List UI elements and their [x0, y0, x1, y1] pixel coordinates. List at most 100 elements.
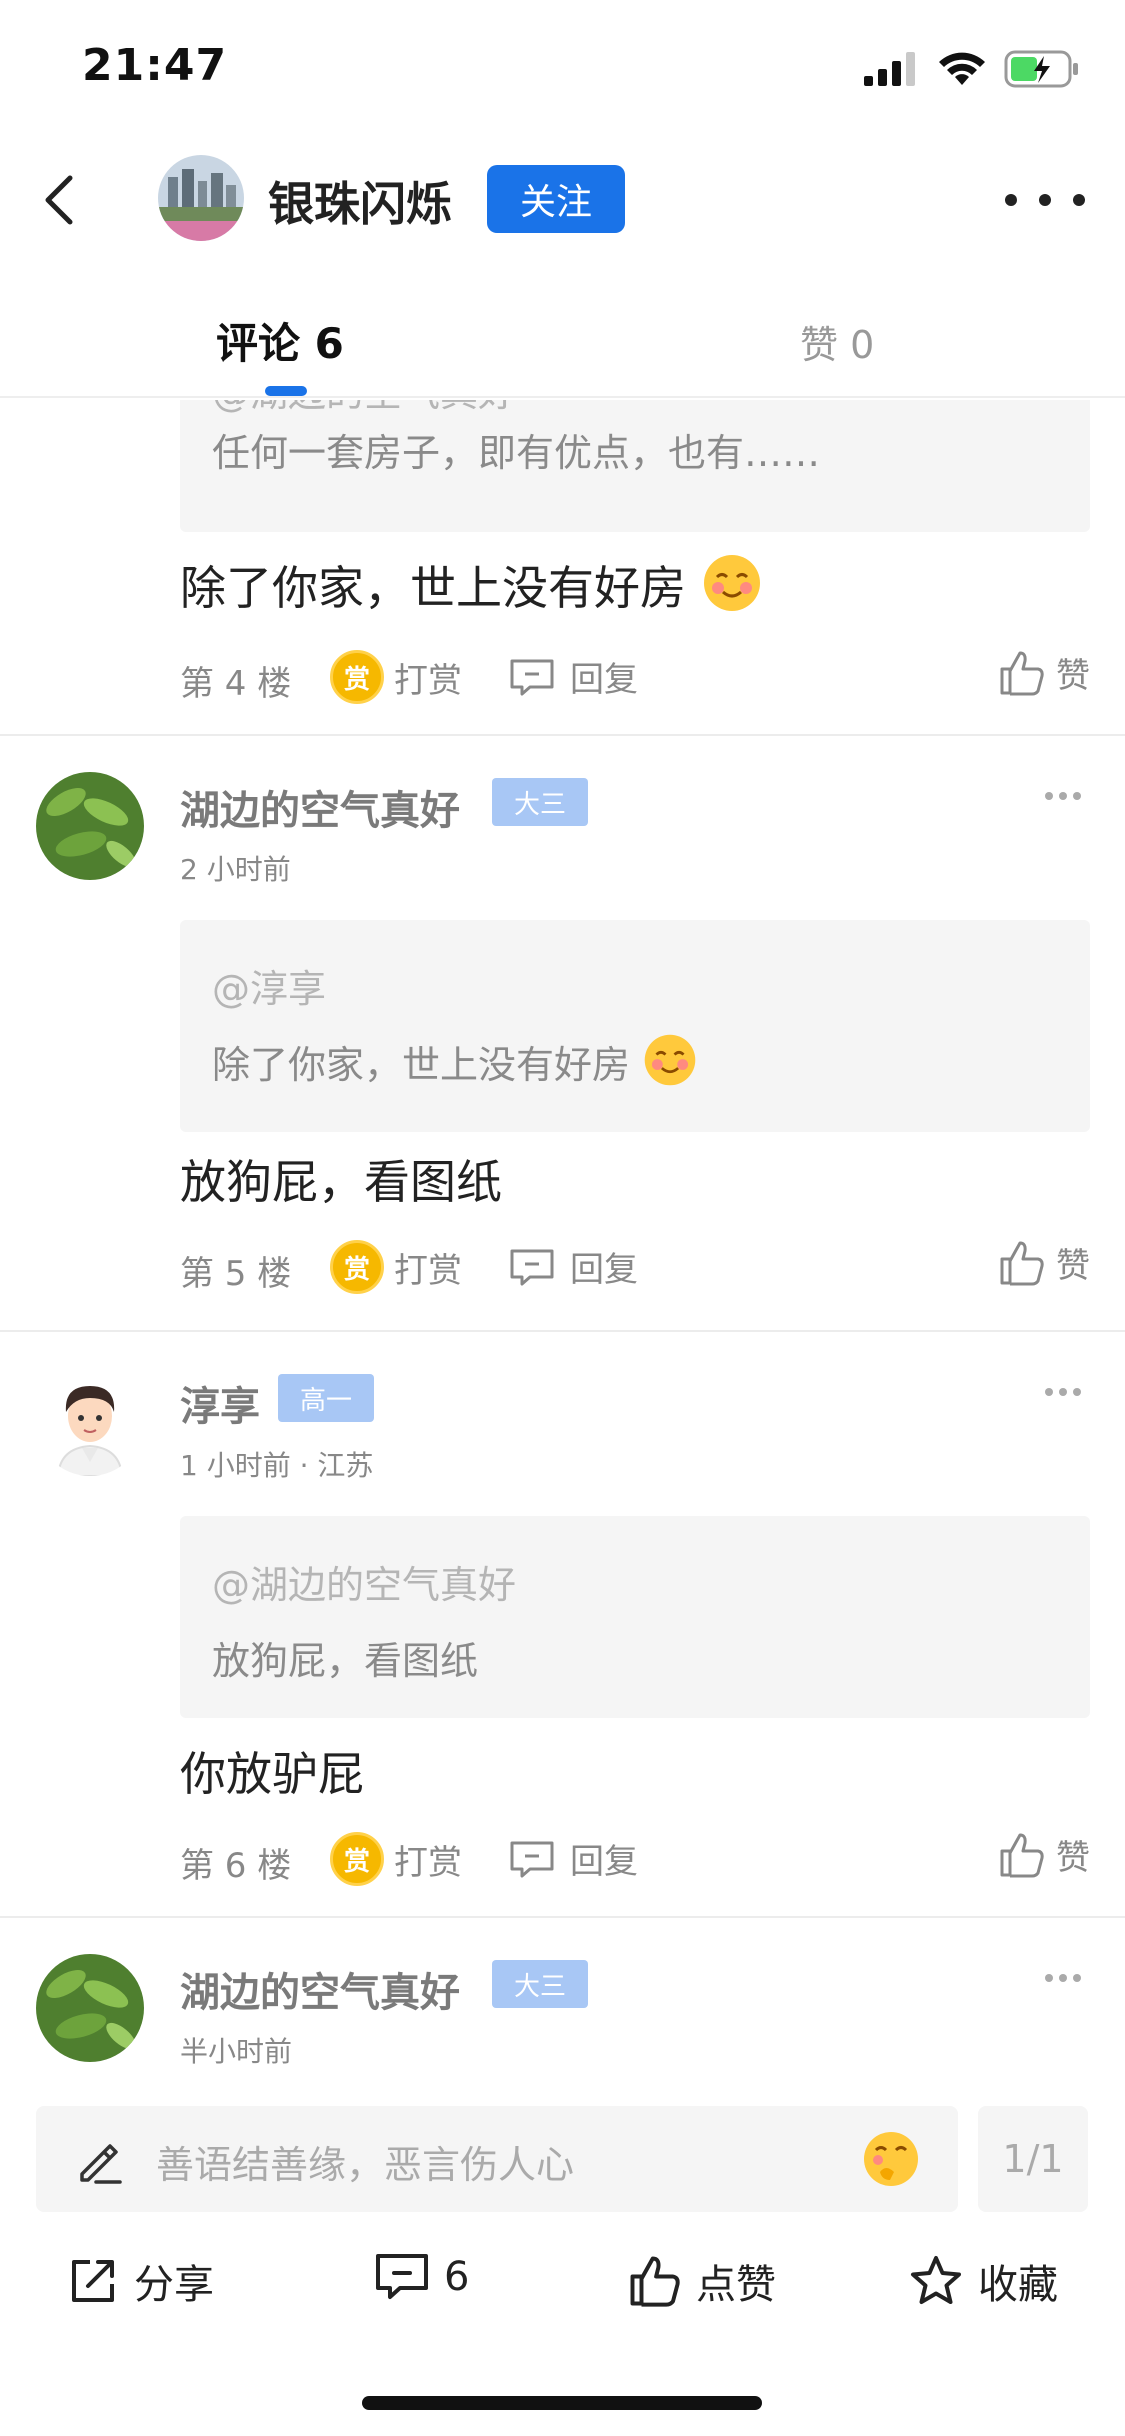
thumbs-up-icon — [630, 2256, 680, 2307]
signal-icon — [864, 52, 915, 86]
comment-more-button[interactable] — [1045, 1388, 1081, 1400]
status-bar: 21:47 — [0, 0, 1125, 140]
reply-bubble-icon — [510, 1249, 554, 1285]
quoted-user: @淳享 — [212, 967, 327, 1011]
quoted-user: @湖边的空气真好 — [212, 1563, 517, 1607]
comment-item: 湖边的空气真好 大三 2 小时前 @淳享 除了你家，世上没有好房 放狗屁，看图纸… — [0, 736, 1125, 1332]
more-dot-icon — [1059, 792, 1067, 800]
comment-bubble-icon — [376, 2254, 428, 2299]
reply-button[interactable]: 回复 — [508, 652, 638, 701]
comment-time: 半小时前 — [180, 2035, 293, 2068]
more-options-button[interactable] — [1005, 170, 1085, 230]
comments-button[interactable]: 6 — [374, 2252, 469, 2302]
comment-item: @湖边的空气真好 任何一套房子，即有优点，也有…… 除了你家，世上没有好房 第 … — [0, 400, 1125, 736]
input-placeholder: 善语结善缘，恶言伤人心 — [156, 2143, 575, 2187]
share-icon — [72, 2260, 114, 2302]
tab-bar: 评论 6 赞 0 — [0, 290, 1125, 398]
reply-bubble-icon — [510, 659, 554, 695]
reply-label: 回复 — [570, 1250, 638, 1290]
tab-comments[interactable]: 评论 6 — [216, 310, 344, 371]
reward-label: 打赏 — [394, 1250, 462, 1291]
thumbs-up-icon — [1000, 1833, 1044, 1877]
floor-number: 第 5 楼 — [180, 1254, 292, 1294]
share-button[interactable]: 分享 — [66, 2252, 214, 2310]
blushing-smile-emoji-icon — [644, 1034, 696, 1086]
reward-button[interactable]: 赏 打赏 — [330, 1240, 462, 1294]
like-label: 赞 — [1056, 1838, 1090, 1878]
grade-badge: 高一 — [278, 1374, 375, 1422]
commenter-name[interactable]: 湖边的空气真好 — [180, 778, 460, 836]
home-indicator — [362, 2396, 762, 2410]
comment-text-content: 除了你家，世上没有好房 — [180, 561, 686, 615]
quoted-text: 放狗屁，看图纸 — [212, 1639, 479, 1683]
like-post-label: 点赞 — [696, 2262, 776, 2308]
favorite-button[interactable]: 收藏 — [908, 2252, 1058, 2310]
like-button[interactable]: 赞 — [998, 1830, 1090, 1879]
thinking-emoji-icon[interactable] — [860, 2128, 922, 2190]
follow-button[interactable]: 关注 — [487, 165, 625, 233]
floor-number: 第 6 楼 — [180, 1846, 292, 1886]
reward-coin-icon: 赏 — [330, 1240, 384, 1294]
reward-button[interactable]: 赏 打赏 — [330, 650, 462, 704]
comment-item: 湖边的空气真好 大三 半小时前 — [0, 1918, 1125, 2100]
more-dot-icon — [1059, 1388, 1067, 1396]
comment-more-button[interactable] — [1045, 1974, 1081, 1986]
battery-icon — [1004, 50, 1078, 88]
commenter-name[interactable]: 湖边的空气真好 — [180, 1960, 460, 2018]
commenter-avatar[interactable] — [36, 1368, 144, 1476]
thumbs-up-icon — [1000, 1241, 1044, 1285]
cartoon-man-avatar-icon — [36, 1368, 144, 1476]
reply-label: 回复 — [570, 1842, 638, 1882]
quoted-text: 除了你家，世上没有好房 — [212, 1032, 698, 1089]
more-dot-icon — [1039, 194, 1051, 206]
post-header: 银珠闪烁 关注 — [0, 140, 1125, 260]
like-post-button[interactable]: 点赞 — [628, 2252, 776, 2310]
tab-likes[interactable]: 赞 0 — [800, 314, 874, 369]
status-icons — [864, 50, 1080, 88]
more-dot-icon — [1073, 1974, 1081, 1982]
commenter-name[interactable]: 淳享 — [180, 1374, 260, 1432]
reply-button[interactable]: 回复 — [508, 1834, 638, 1883]
reply-button[interactable]: 回复 — [508, 1242, 638, 1291]
comment-input[interactable]: 善语结善缘，恶言伤人心 — [36, 2106, 958, 2212]
comment-list[interactable]: @湖边的空气真好 任何一套房子，即有优点，也有…… 除了你家，世上没有好房 第 … — [0, 400, 1125, 2100]
grade-badge: 大三 — [492, 778, 589, 826]
author-avatar[interactable] — [158, 155, 244, 241]
like-button[interactable]: 赞 — [998, 648, 1090, 697]
blushing-smile-emoji-icon — [703, 555, 760, 611]
more-dot-icon — [1059, 1974, 1067, 1982]
more-dot-icon — [1073, 1388, 1081, 1396]
comment-text: 除了你家，世上没有好房 — [180, 552, 763, 618]
comment-more-button[interactable] — [1045, 792, 1081, 804]
more-dot-icon — [1045, 792, 1053, 800]
comment-text: 你放驴屁 — [180, 1747, 364, 1801]
reward-coin-icon: 赏 — [330, 650, 384, 704]
reward-coin-icon: 赏 — [330, 1832, 384, 1886]
like-button[interactable]: 赞 — [998, 1238, 1090, 1287]
more-dot-icon — [1073, 194, 1085, 206]
more-dot-icon — [1005, 194, 1017, 206]
quoted-reply[interactable]: @湖边的空气真好 任何一套房子，即有优点，也有…… — [180, 400, 1090, 532]
author-name[interactable]: 银珠闪烁 — [268, 168, 452, 234]
commenter-avatar[interactable] — [36, 1954, 144, 2062]
comment-time: 2 小时前 — [180, 853, 291, 886]
pencil-icon — [80, 2144, 122, 2184]
thumbs-up-icon — [1000, 651, 1044, 695]
favorite-label: 收藏 — [978, 2262, 1058, 2308]
reward-button[interactable]: 赏 打赏 — [330, 1832, 462, 1886]
wifi-icon — [939, 52, 985, 85]
page-indicator[interactable]: 1/1 — [978, 2106, 1088, 2212]
quoted-reply[interactable]: @淳享 除了你家，世上没有好房 — [180, 920, 1090, 1132]
back-button[interactable] — [30, 160, 100, 240]
more-dot-icon — [1073, 792, 1081, 800]
comment-time: 1 小时前 · 江苏 — [180, 1449, 374, 1482]
chevron-left-icon — [45, 175, 73, 225]
comment-footer: 第 5 楼 赏 打赏 回复 赞 — [180, 1236, 1090, 1296]
quoted-reply[interactable]: @湖边的空气真好 放狗屁，看图纸 — [180, 1516, 1090, 1718]
commenter-avatar[interactable] — [36, 772, 144, 880]
quoted-user: @湖边的空气真好 — [212, 400, 516, 417]
reward-label: 打赏 — [394, 660, 462, 701]
reply-label: 回复 — [570, 660, 638, 700]
quoted-text: 任何一套房子，即有优点，也有…… — [212, 431, 821, 475]
reward-label: 打赏 — [394, 1842, 462, 1883]
